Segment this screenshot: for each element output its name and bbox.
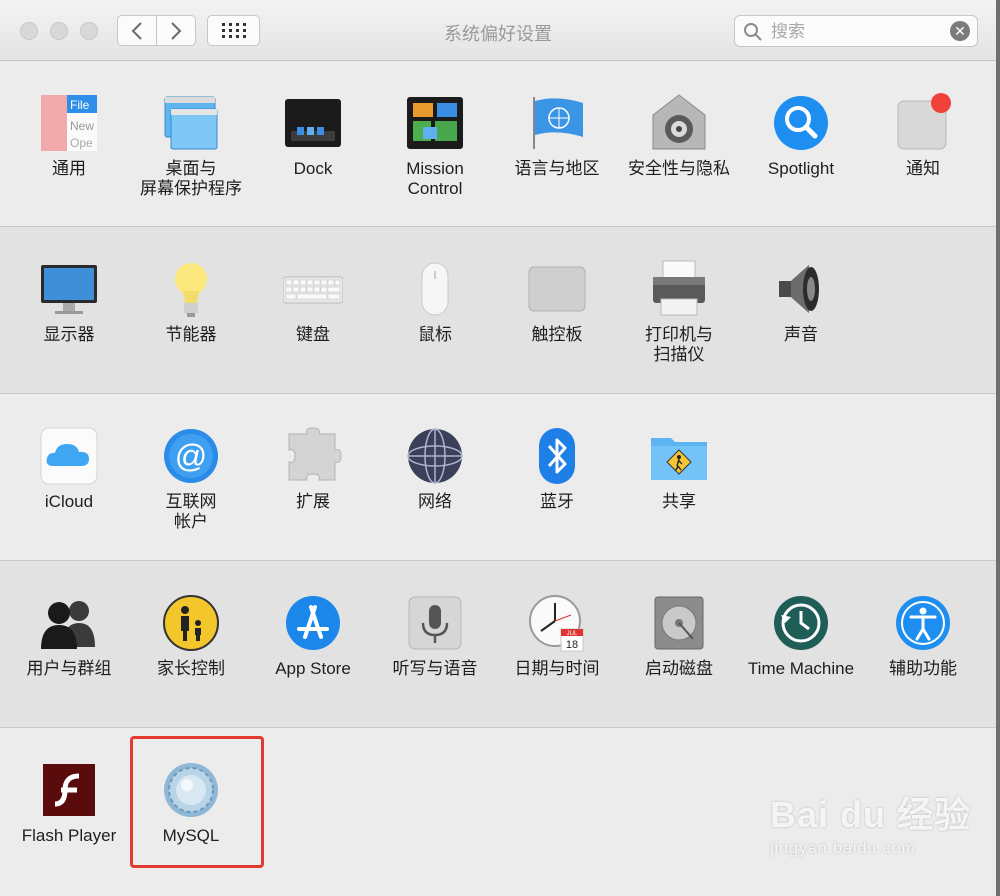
window-title: 系统偏好设置: [444, 24, 552, 44]
pref-label: 启动磁盘: [645, 659, 713, 678]
pref-label: Mission Control: [406, 159, 464, 198]
svg-text:New: New: [70, 119, 94, 133]
pref-label: 键盘: [296, 325, 330, 344]
general-icon: File New Ope: [39, 93, 99, 153]
svg-text:@: @: [175, 438, 207, 474]
section-personal: File New Ope 通用 桌面与 屏幕保护程序 Dock Mission …: [0, 61, 996, 227]
section-system: 用户与群组 家长控制 App Store 听写与语音 JUL 18 日期与时间 …: [0, 561, 996, 728]
users-groups-icon: [39, 593, 99, 653]
pref-label: 通知: [906, 159, 940, 178]
svg-text:Ope: Ope: [70, 136, 93, 150]
search-input[interactable]: [769, 20, 943, 44]
parental-controls-icon: [161, 593, 221, 653]
clear-search-icon[interactable]: ✕: [950, 21, 970, 41]
system-preferences-window: 系统偏好设置 ✕ File New Ope 通用: [0, 0, 996, 896]
pref-label: Time Machine: [747, 659, 855, 678]
pref-label: 用户与群组: [26, 659, 112, 678]
energy-saver-icon: [161, 259, 221, 319]
search-icon: [744, 23, 762, 41]
startup-disk-icon: [649, 593, 709, 653]
printers-scanners-icon: [649, 259, 709, 319]
pref-label: 触控板: [531, 325, 583, 344]
chevron-left-icon: [131, 21, 142, 40]
pref-label: 扩展: [296, 492, 330, 511]
pref-label: 家长控制: [157, 659, 225, 678]
displays-icon: [39, 259, 99, 319]
pref-label: App Store: [275, 659, 351, 678]
pref-label: Spotlight: [767, 159, 835, 178]
pref-label: Dock: [293, 159, 333, 178]
svg-text:JUL: JUL: [567, 631, 578, 637]
svg-text:File: File: [70, 98, 90, 112]
pref-label: 网络: [418, 492, 452, 511]
trackpad-icon: [527, 259, 587, 319]
internet-accounts-icon: @: [161, 426, 221, 486]
icloud-icon: [39, 426, 99, 486]
network-icon: [405, 426, 465, 486]
pref-label: iCloud: [44, 492, 94, 511]
extensions-icon: [283, 426, 343, 486]
mouse-icon: [405, 259, 465, 319]
dock-icon: [283, 93, 343, 153]
security-privacy-icon: [649, 93, 709, 153]
time-machine-icon: [771, 593, 831, 653]
sharing-icon: [649, 426, 709, 486]
minimize-window-button[interactable]: [50, 22, 68, 40]
pref-label: 听写与语音: [392, 659, 478, 678]
pref-label: 声音: [784, 325, 818, 344]
close-window-button[interactable]: [20, 22, 38, 40]
language-region-icon: [527, 93, 587, 153]
date-time-icon: JUL 18: [527, 593, 587, 653]
pref-label: 显示器: [43, 325, 95, 344]
section-internet-wireless: iCloud @ 互联网 帐户 扩展 网络 蓝牙 共享: [0, 394, 996, 561]
pref-label: 打印机与 扫描仪: [645, 325, 713, 364]
accessibility-icon: [893, 593, 953, 653]
pref-label: 桌面与 屏幕保护程序: [140, 159, 242, 198]
pref-label: 辅助功能: [889, 659, 957, 678]
watermark-url: jingyan.baidu.com: [770, 840, 916, 857]
sound-icon: [771, 259, 831, 319]
pref-label: 语言与地区: [514, 159, 600, 178]
pref-label: Flash Player: [21, 826, 117, 845]
pref-label: 日期与时间: [514, 659, 600, 678]
forward-button[interactable]: [156, 15, 196, 46]
watermark-brand: Bai du 经验: [770, 794, 972, 835]
section-hardware: 显示器 节能器 键盘 鼠标 触控板 打印机与 扫描仪 声音: [0, 227, 996, 394]
back-button[interactable]: [117, 15, 157, 46]
title-bar: 系统偏好设置 ✕: [0, 0, 996, 61]
pref-label: 共享: [662, 492, 696, 511]
pref-label: 鼠标: [418, 325, 452, 344]
desktop-screensaver-icon: [161, 93, 221, 153]
pref-label: 蓝牙: [540, 492, 574, 511]
pref-label: 安全性与隐私: [628, 159, 730, 178]
svg-text:18: 18: [566, 639, 578, 651]
notifications-icon: [893, 93, 953, 153]
flash-player-icon: [39, 760, 99, 820]
mysql-highlight-box: [130, 736, 264, 868]
grid-icon: [221, 22, 246, 38]
baidu-watermark: Bai du 经验 jingyan.baidu.com: [770, 786, 990, 876]
search-box[interactable]: ✕: [734, 15, 978, 47]
bluetooth-icon: [527, 426, 587, 486]
pref-label: 互联网 帐户: [165, 492, 217, 531]
spotlight-icon: [771, 93, 831, 153]
dictation-speech-icon: [405, 593, 465, 653]
zoom-window-button[interactable]: [80, 22, 98, 40]
keyboard-icon: [283, 259, 343, 319]
show-all-button[interactable]: [207, 15, 260, 46]
pref-label: 通用: [52, 159, 86, 178]
app-store-icon: [283, 593, 343, 653]
background-strip: [996, 0, 1000, 896]
chevron-right-icon: [171, 21, 182, 40]
pref-label: 节能器: [165, 325, 217, 344]
mission-control-icon: [405, 93, 465, 153]
